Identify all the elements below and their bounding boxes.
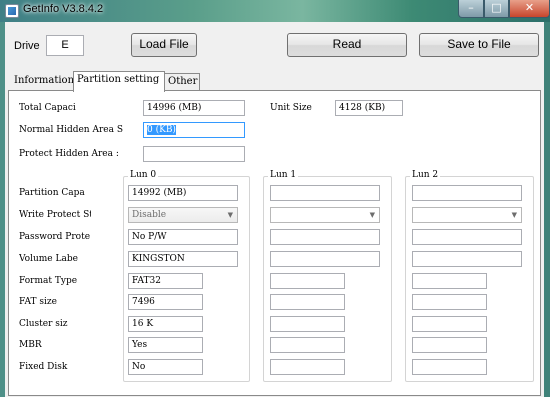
lun1-fat-size[interactable]	[270, 294, 345, 310]
fixed-disk-label: Fixed Disk	[19, 362, 68, 372]
normal-hidden-area-field[interactable]: 0 (KB)	[143, 122, 245, 138]
close-button[interactable]: ✕	[509, 0, 550, 18]
lun0-partition-capacity[interactable]: 14992 (MB)	[128, 185, 238, 201]
format-type-label: Format Type	[19, 276, 78, 286]
client-area: Drive E Load File Read Save to File Info…	[5, 22, 544, 397]
total-capacity-field[interactable]: 14996 (MB)	[143, 100, 245, 116]
unit-size-label: Unit Size	[270, 103, 312, 113]
cluster-size-label: Cluster siz	[19, 319, 68, 329]
lun1-mbr[interactable]	[270, 337, 345, 353]
lun-1-title: Lun 1	[268, 170, 299, 180]
write-protect-label: Write Protect St	[19, 210, 91, 220]
title-bar[interactable]: GetInfo V3.8.4.2 – □ ✕	[0, 0, 550, 22]
chevron-down-icon: ▼	[511, 211, 517, 219]
chevron-down-icon: ▼	[369, 211, 375, 219]
window-title: GetInfo V3.8.4.2	[23, 3, 104, 15]
tab-other[interactable]: Other	[165, 73, 200, 91]
protect-hidden-area-label: Protect Hidden Area :	[19, 149, 119, 159]
lun1-partition-capacity[interactable]	[270, 185, 380, 201]
chevron-down-icon: ▼	[227, 211, 233, 219]
drive-field[interactable]: E	[46, 35, 84, 56]
lun1-fixed-disk[interactable]	[270, 359, 345, 375]
mbr-label: MBR	[19, 340, 42, 350]
normal-hidden-area-value: 0 (KB)	[147, 125, 176, 135]
partition-capacity-label: Partition Capa	[19, 188, 85, 198]
lun1-password-protect[interactable]	[270, 229, 380, 245]
drive-label: Drive	[14, 40, 40, 52]
password-protect-label: Password Prote	[19, 232, 91, 242]
lun2-fat-size[interactable]	[412, 294, 487, 310]
lun0-fat-size[interactable]: 7496	[128, 294, 203, 310]
lun0-volume-label[interactable]: KINGSTON	[128, 251, 238, 267]
total-capacity-label: Total Capaci	[19, 103, 76, 113]
lun1-volume-label[interactable]	[270, 251, 380, 267]
minimize-button[interactable]: –	[458, 0, 484, 18]
lun1-write-protect-select[interactable]: ▼	[270, 207, 380, 223]
maximize-button[interactable]: □	[484, 0, 509, 18]
tab-partition-setting[interactable]: Partition setting	[73, 71, 165, 92]
unit-size-field[interactable]: 4128 (KB)	[335, 100, 403, 116]
lun1-format-type[interactable]	[270, 273, 345, 289]
save-to-file-button[interactable]: Save to File	[419, 33, 539, 57]
lun-2-title: Lun 2	[410, 170, 441, 180]
lun0-mbr[interactable]: Yes	[128, 337, 203, 353]
volume-label-label: Volume Labe	[19, 254, 78, 264]
load-file-button[interactable]: Load File	[131, 33, 197, 57]
lun2-partition-capacity[interactable]	[412, 185, 522, 201]
lun2-volume-label[interactable]	[412, 251, 522, 267]
lun1-cluster-size[interactable]	[270, 316, 345, 332]
protect-hidden-area-field[interactable]	[143, 146, 245, 162]
lun0-fixed-disk[interactable]: No	[128, 359, 203, 375]
lun2-fixed-disk[interactable]	[412, 359, 487, 375]
lun2-password-protect[interactable]	[412, 229, 522, 245]
fat-size-label: FAT size	[19, 297, 57, 307]
app-icon	[5, 4, 19, 18]
lun2-format-type[interactable]	[412, 273, 487, 289]
tab-information[interactable]: Information	[11, 73, 75, 91]
read-button[interactable]: Read	[287, 33, 407, 57]
lun0-format-type[interactable]: FAT32	[128, 273, 203, 289]
lun0-cluster-size[interactable]: 16 K	[128, 316, 203, 332]
lun0-write-protect-select[interactable]: Disable ▼	[128, 207, 238, 223]
lun2-cluster-size[interactable]	[412, 316, 487, 332]
normal-hidden-area-label: Normal Hidden Area S	[19, 125, 123, 135]
partition-setting-panel: Total Capaci 14996 (MB) Unit Size 4128 (…	[8, 90, 541, 396]
lun2-write-protect-select[interactable]: ▼	[412, 207, 522, 223]
lun0-password-protect[interactable]: No P/W	[128, 229, 238, 245]
lun2-mbr[interactable]	[412, 337, 487, 353]
lun-0-title: Lun 0	[128, 170, 159, 180]
lun0-write-protect-value: Disable	[132, 210, 167, 220]
